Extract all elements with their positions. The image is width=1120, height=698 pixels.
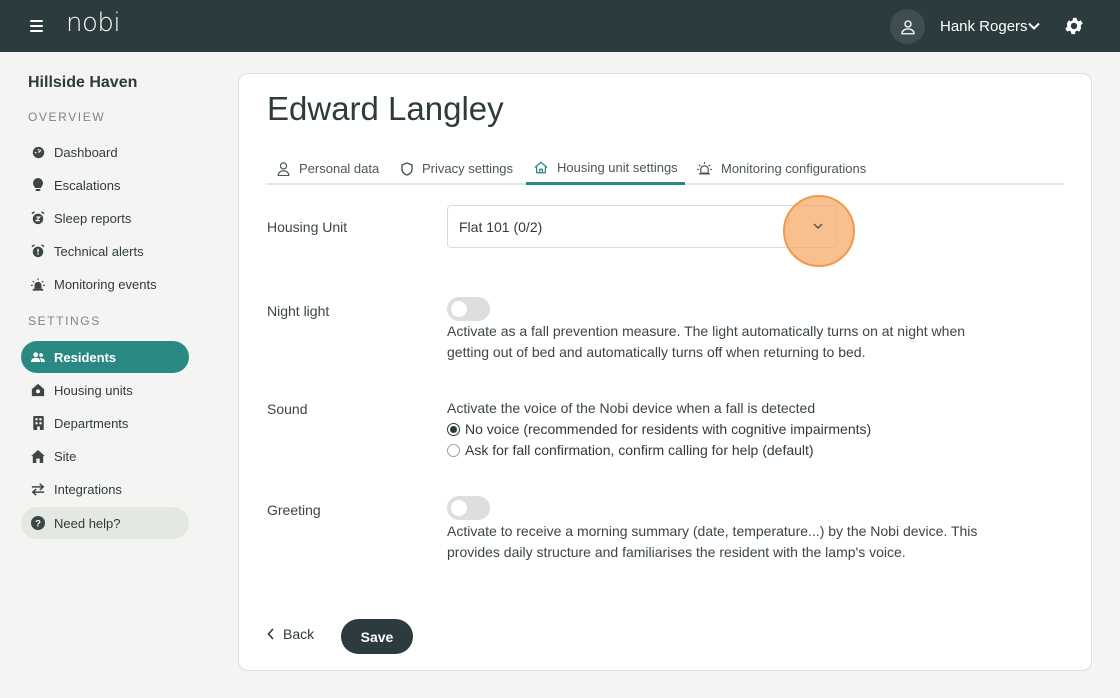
toggle-knob bbox=[451, 301, 467, 317]
tab-personal-data[interactable]: Personal data bbox=[269, 152, 387, 185]
radio-label: Ask for fall confirmation, confirm calli… bbox=[465, 442, 814, 458]
sound-option-ask-confirmation[interactable]: Ask for fall confirmation, confirm calli… bbox=[447, 442, 814, 458]
housing-unit-label: Housing Unit bbox=[267, 219, 348, 235]
sidebar-item-site[interactable]: Site bbox=[21, 440, 189, 472]
alarm-icon bbox=[697, 162, 712, 175]
departments-icon bbox=[32, 416, 44, 430]
housing-unit-value: Flat 101 (0/2) bbox=[459, 219, 543, 235]
radio-button[interactable] bbox=[447, 422, 460, 436]
greeting-label: Greeting bbox=[267, 502, 321, 518]
chevron-left-icon bbox=[267, 628, 274, 640]
sidebar-item-label: Dashboard bbox=[54, 144, 118, 160]
org-name: Hillside Haven bbox=[28, 74, 138, 91]
night-light-label: Night light bbox=[267, 303, 330, 319]
radio-button[interactable] bbox=[447, 443, 460, 457]
sidebar-item-monitoring-events[interactable]: Monitoring events bbox=[21, 268, 189, 300]
radio-label: No voice (recommended for residents with… bbox=[465, 421, 872, 437]
svg-text:?: ? bbox=[35, 519, 41, 530]
menu-icon[interactable] bbox=[30, 20, 43, 32]
gear-icon[interactable] bbox=[1063, 15, 1085, 37]
tab-label: Monitoring configurations bbox=[721, 161, 867, 176]
residents-icon bbox=[31, 352, 45, 363]
shield-icon bbox=[401, 161, 413, 176]
sound-label: Sound bbox=[267, 401, 308, 417]
sound-description: Activate the voice of the Nobi device wh… bbox=[447, 400, 816, 416]
overview-section-label: OVERVIEW bbox=[28, 110, 106, 124]
person-icon bbox=[277, 161, 290, 176]
sound-option-no-voice[interactable]: No voice (recommended for residents with… bbox=[447, 421, 871, 437]
dashboard-icon bbox=[32, 146, 44, 158]
sidebar-item-label: Escalations bbox=[54, 177, 121, 193]
tab-label: Privacy settings bbox=[422, 161, 514, 176]
tab-label: Housing unit settings bbox=[557, 159, 678, 175]
help-icon: ? bbox=[31, 516, 45, 530]
tab-bar: Personal data Privacy settings Housing u… bbox=[267, 152, 1064, 185]
top-bar: nobi Hank Rogers bbox=[0, 0, 1120, 52]
sidebar-item-departments[interactable]: Departments bbox=[21, 407, 189, 439]
sidebar-item-label: Technical alerts bbox=[54, 243, 144, 259]
housing-unit-select[interactable]: Flat 101 (0/2) bbox=[447, 205, 837, 248]
tab-label: Personal data bbox=[299, 161, 380, 176]
sidebar-item-help[interactable]: ? Need help? bbox=[21, 507, 189, 539]
avatar[interactable] bbox=[890, 9, 925, 44]
logo: nobi bbox=[66, 8, 121, 38]
home-icon bbox=[534, 160, 548, 173]
toggle-knob bbox=[451, 500, 467, 516]
click-highlight bbox=[783, 195, 855, 267]
page-title: Edward Langley bbox=[267, 90, 504, 127]
escalations-icon bbox=[33, 178, 43, 191]
sidebar-item-label: Housing units bbox=[54, 382, 133, 398]
monitoring-events-icon bbox=[31, 277, 45, 291]
chevron-down-icon[interactable] bbox=[1027, 19, 1041, 33]
sidebar-item-label: Sleep reports bbox=[54, 210, 132, 226]
save-button[interactable]: Save bbox=[341, 619, 413, 654]
sidebar-item-label: Departments bbox=[54, 415, 129, 431]
user-icon bbox=[900, 19, 915, 34]
sidebar-item-label: Need help? bbox=[54, 515, 121, 531]
night-light-description: Activate as a fall prevention measure. T… bbox=[447, 323, 966, 360]
tab-monitoring-configurations[interactable]: Monitoring configurations bbox=[689, 152, 874, 185]
technical-alerts-icon bbox=[31, 244, 45, 258]
sidebar-item-technical-alerts[interactable]: Technical alerts bbox=[21, 235, 189, 267]
back-button[interactable]: Back bbox=[267, 626, 314, 642]
sidebar-item-dashboard[interactable]: Dashboard bbox=[21, 136, 189, 168]
sidebar-item-label: Monitoring events bbox=[54, 276, 157, 292]
sidebar-item-housing-units[interactable]: Housing units bbox=[21, 374, 189, 406]
sidebar-item-escalations[interactable]: Escalations bbox=[21, 169, 189, 201]
tab-housing-unit-settings[interactable]: Housing unit settings bbox=[526, 152, 685, 185]
integrations-icon bbox=[31, 482, 45, 496]
sidebar-item-label: Residents bbox=[54, 349, 117, 365]
greeting-description: Activate to receive a morning summary (d… bbox=[447, 523, 978, 560]
chevron-down-icon[interactable] bbox=[811, 221, 825, 231]
settings-section-label: SETTINGS bbox=[28, 314, 101, 328]
sidebar: Hillside Haven OVERVIEW Dashboard Escala… bbox=[0, 52, 210, 698]
greeting-toggle[interactable] bbox=[447, 496, 490, 520]
sidebar-item-label: Integrations bbox=[54, 481, 122, 497]
housing-units-icon bbox=[31, 383, 45, 397]
sleep-reports-icon bbox=[31, 211, 45, 225]
tab-privacy-settings[interactable]: Privacy settings bbox=[393, 152, 521, 185]
sidebar-item-label: Site bbox=[54, 448, 77, 464]
back-label: Back bbox=[283, 626, 315, 642]
site-icon bbox=[31, 449, 45, 463]
resident-settings-card: Edward Langley Personal data Privacy set… bbox=[238, 73, 1092, 671]
sidebar-item-sleep-reports[interactable]: Sleep reports bbox=[21, 202, 189, 234]
sidebar-item-residents[interactable]: Residents bbox=[21, 341, 189, 373]
user-name[interactable]: Hank Rogers bbox=[940, 18, 1028, 35]
sidebar-item-integrations[interactable]: Integrations bbox=[21, 473, 189, 505]
night-light-toggle[interactable] bbox=[447, 297, 490, 321]
